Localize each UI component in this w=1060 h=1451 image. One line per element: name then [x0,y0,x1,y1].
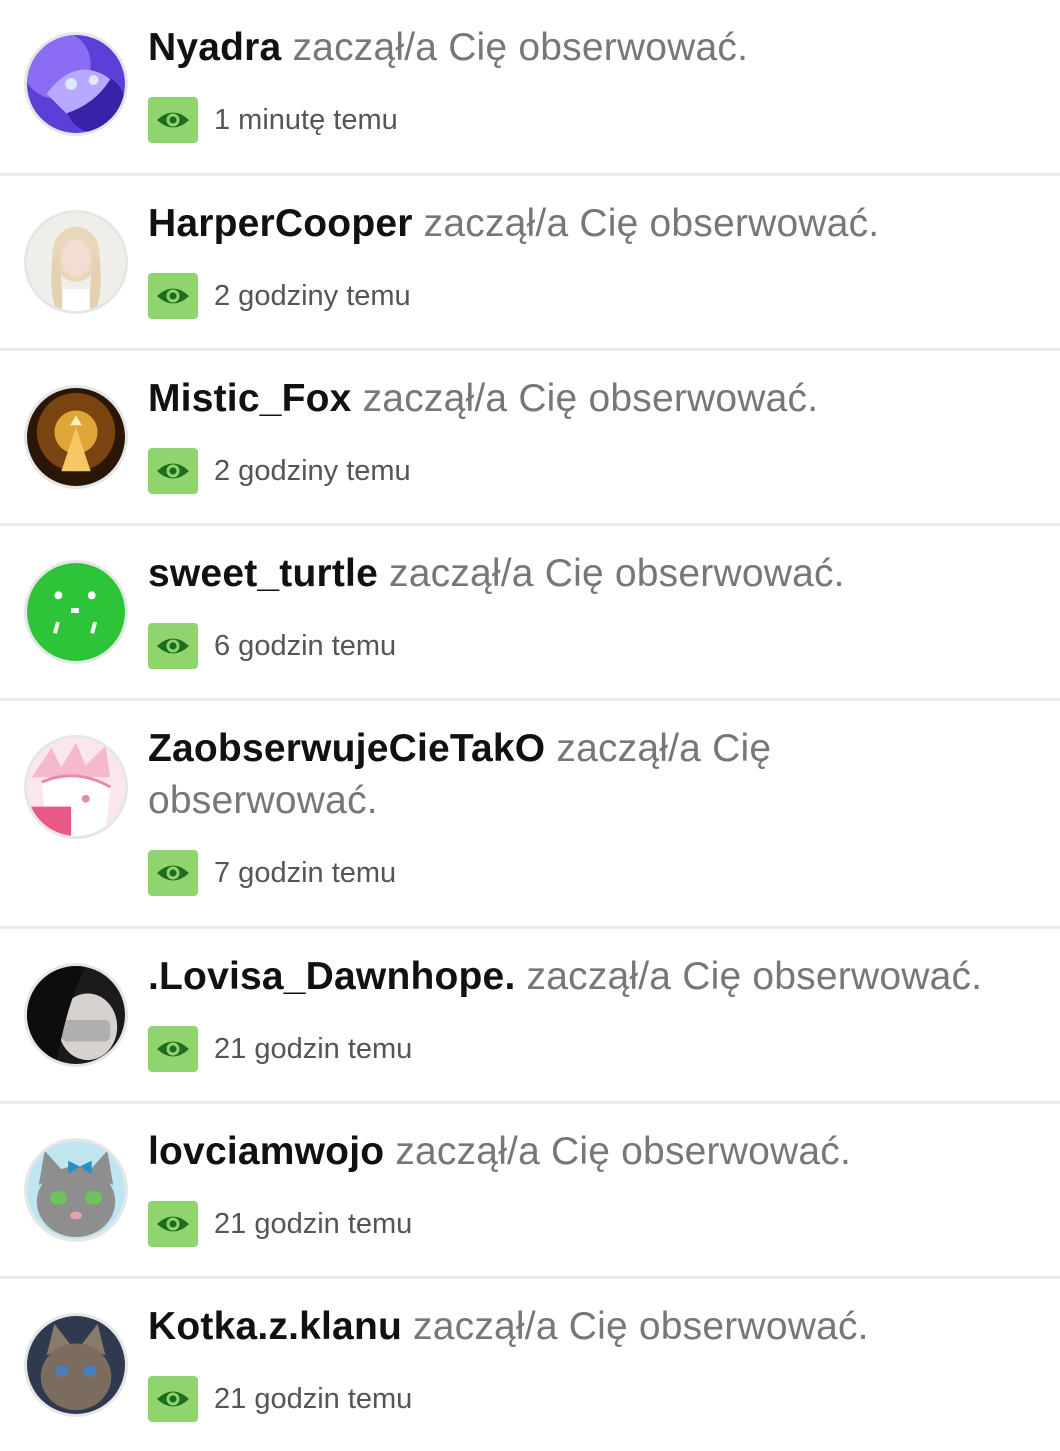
notification-item[interactable]: ZaobserwujeCieTakO zaczął/a Cię obserwow… [0,698,1060,926]
timestamp: 2 godziny temu [214,279,411,312]
eye-icon [157,1041,189,1057]
notification-meta: 21 godzin temu [148,1200,412,1248]
action-text: zaczął/a Cię obserwować. [292,26,749,69]
notification-item[interactable]: Nyadra zaczął/a Cię obserwować. 1 minutę… [0,0,1060,173]
username[interactable]: .Lovisa_Dawnhope. [148,955,515,998]
eye-icon [157,1216,189,1232]
eye-icon [157,638,189,654]
timestamp: 2 godziny temu [214,454,411,487]
eye-icon [157,112,189,128]
notification-item[interactable]: sweet_turtle zaczął/a Cię obserwować. 6 … [0,523,1060,698]
timestamp: 21 godzin temu [214,1032,413,1065]
notification-meta: 21 godzin temu [148,1025,412,1073]
action-text: zaczął/a Cię obserwować. [526,955,983,998]
avatar[interactable] [24,963,128,1067]
avatar[interactable] [24,385,128,489]
status-badge [148,97,198,143]
status-badge [148,850,198,896]
timestamp: 21 godzin temu [214,1207,413,1240]
action-text-continued: obserwować. [148,779,378,822]
status-badge [148,1026,198,1072]
timestamp: 7 godzin temu [214,856,397,889]
username[interactable]: lovciamwojo [148,1130,384,1173]
notification-meta: 2 godziny temu [148,447,411,495]
notification-meta: 1 minutę temu [148,96,398,144]
notification-item[interactable]: lovciamwojo zaczął/a Cię obserwować. 21 … [0,1101,1060,1276]
avatar[interactable] [24,735,128,839]
notification-text: HarperCooper zaczął/a Cię obserwować. [148,198,1030,250]
username[interactable]: sweet_turtle [148,552,378,595]
avatar[interactable] [24,32,128,136]
action-text: zaczął/a Cię obserwować. [413,1305,869,1348]
notification-list: Nyadra zaczął/a Cię obserwować. 1 minutę… [0,0,1060,1451]
timestamp: 21 godzin temu [214,1382,413,1415]
notification-text: Nyadra zaczął/a Cię obserwować. [148,22,1030,74]
avatar[interactable] [24,560,128,664]
avatar[interactable] [24,1138,128,1242]
username[interactable]: HarperCooper [148,202,413,245]
notification-text: ZaobserwujeCieTakO zaczął/a Cię obserwow… [148,723,1030,827]
username[interactable]: Mistic_Fox [148,377,352,420]
notification-meta: 7 godzin temu [148,849,396,897]
eye-icon [157,865,189,881]
username[interactable]: ZaobserwujeCieTakO [148,727,545,770]
notification-meta: 2 godziny temu [148,272,411,320]
status-badge [148,1201,198,1247]
action-text: zaczął/a Cię obserwować. [395,1130,851,1173]
timestamp: 1 minutę temu [214,103,398,136]
notification-item[interactable]: Kotka.z.klanu zaczął/a Cię obserwować. 2… [0,1276,1060,1451]
notification-text: .Lovisa_Dawnhope. zaczął/a Cię obserwowa… [148,951,1030,1003]
notification-meta: 6 godzin temu [148,622,396,670]
status-badge [148,448,198,494]
status-badge [148,1376,198,1422]
notification-item[interactable]: HarperCooper zaczął/a Cię obserwować. 2 … [0,173,1060,348]
eye-icon [157,463,189,479]
eye-icon [157,1391,189,1407]
username[interactable]: Nyadra [148,26,281,69]
notification-text: Mistic_Fox zaczął/a Cię obserwować. [148,373,1030,425]
notification-text: sweet_turtle zaczął/a Cię obserwować. [148,548,1030,600]
eye-icon [157,288,189,304]
status-badge [148,273,198,319]
notification-item[interactable]: Mistic_Fox zaczął/a Cię obserwować. 2 go… [0,348,1060,523]
username[interactable]: Kotka.z.klanu [148,1305,402,1348]
notification-text: lovciamwojo zaczął/a Cię obserwować. [148,1126,1030,1178]
notification-meta: 21 godzin temu [148,1375,412,1423]
notification-text: Kotka.z.klanu zaczął/a Cię obserwować. [148,1301,1030,1353]
action-text: zaczął/a Cię obserwować. [389,552,845,595]
avatar[interactable] [24,210,128,314]
status-badge [148,623,198,669]
timestamp: 6 godzin temu [214,629,397,662]
action-text: zaczął/a Cię obserwować. [362,377,819,420]
notification-item[interactable]: .Lovisa_Dawnhope. zaczął/a Cię obserwowa… [0,926,1060,1101]
avatar[interactable] [24,1313,128,1417]
action-text: zaczął/a Cię [556,727,772,770]
action-text: zaczął/a Cię obserwować. [423,202,880,245]
